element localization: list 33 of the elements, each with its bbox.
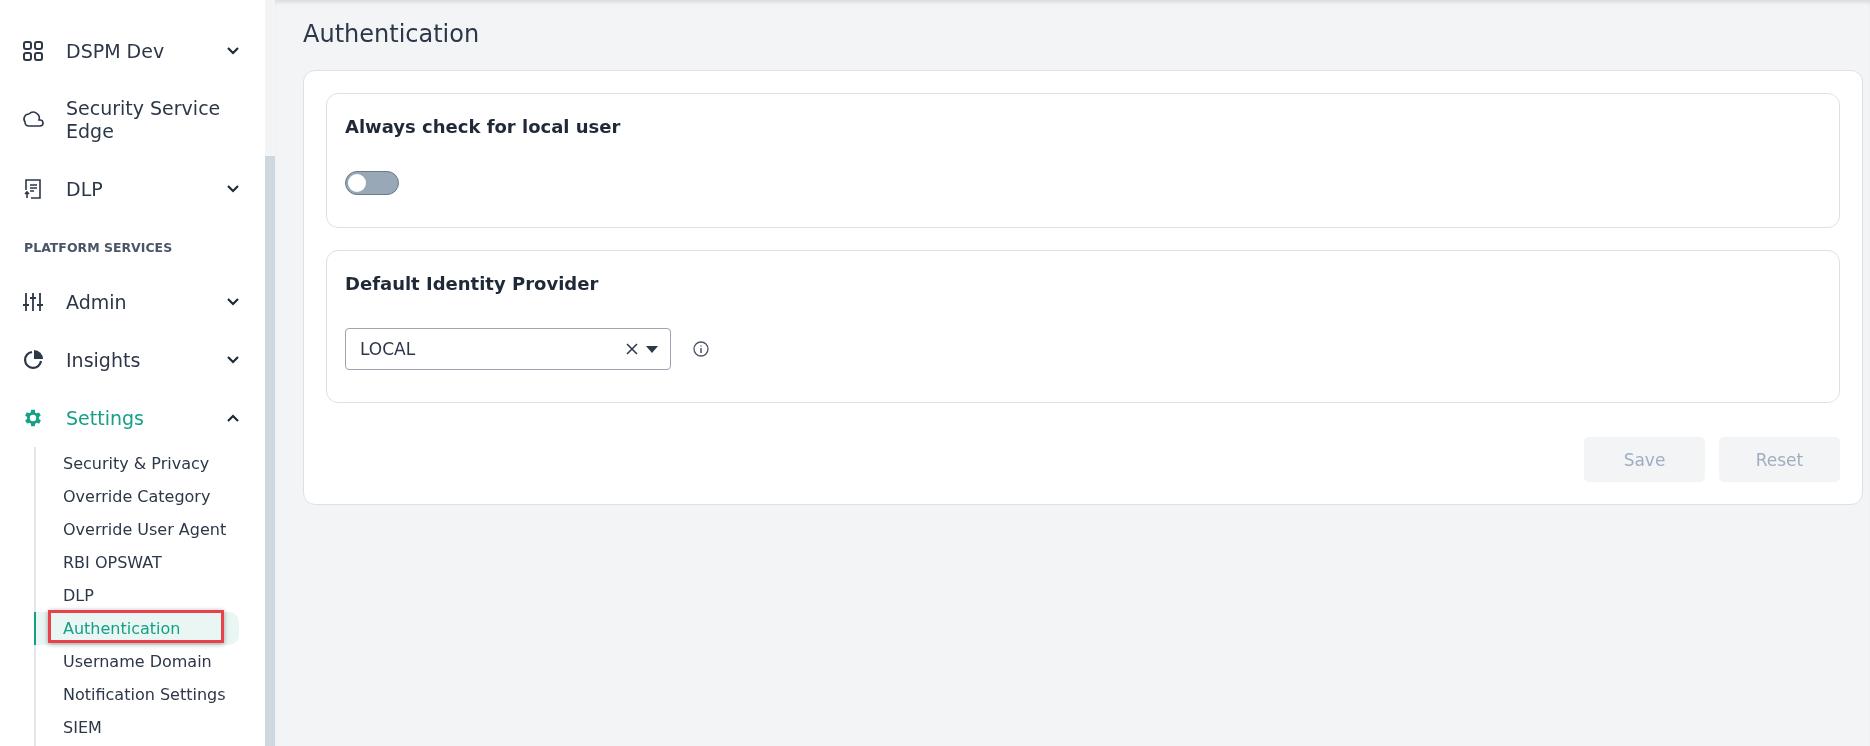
section-heading: PLATFORM SERVICES xyxy=(24,240,174,255)
caret-icon[interactable] xyxy=(646,345,658,353)
card-title: Default Identity Provider xyxy=(345,273,600,294)
submenu-item[interactable]: Notification Settings xyxy=(34,678,239,711)
nav-item[interactable]: Insights xyxy=(0,331,265,389)
nav-item[interactable]: DSPM Dev xyxy=(0,22,265,80)
submenu-item[interactable]: Security & Privacy xyxy=(34,447,239,480)
gear-icon xyxy=(22,407,44,429)
pie-chart-icon xyxy=(22,349,44,371)
provider-select[interactable]: LOCAL xyxy=(345,328,671,370)
info-icon[interactable] xyxy=(693,341,709,357)
submenu-item[interactable]: Override User Agent xyxy=(34,513,239,546)
chevron-down-icon[interactable] xyxy=(227,356,239,364)
grid-icon xyxy=(22,40,44,62)
nav-item[interactable]: DLP xyxy=(0,160,265,218)
submenu-item[interactable]: Username Domain xyxy=(34,645,239,678)
toggle-switch[interactable] xyxy=(345,171,399,195)
nav-item[interactable]: Admin xyxy=(0,273,265,331)
document-icon xyxy=(22,178,44,200)
card-title: Always check for local user xyxy=(345,116,622,137)
page-title: Authentication xyxy=(303,20,481,48)
chevron-down-icon[interactable] xyxy=(227,298,239,306)
chevron-down-icon[interactable] xyxy=(227,47,239,55)
sliders-icon xyxy=(22,291,44,313)
submenu-item[interactable]: RBI OPSWAT xyxy=(34,546,239,579)
submenu-item[interactable]: Override Category xyxy=(34,480,239,513)
nav-item[interactable]: Security Service Edge xyxy=(0,80,265,160)
chevron-up-icon[interactable] xyxy=(227,414,239,422)
clear-icon[interactable] xyxy=(626,343,638,355)
submenu-item[interactable]: SIEM xyxy=(34,711,239,744)
scrollbar[interactable] xyxy=(265,156,275,746)
chevron-down-icon[interactable] xyxy=(227,185,239,193)
submenu-item[interactable]: DLP xyxy=(34,579,239,612)
